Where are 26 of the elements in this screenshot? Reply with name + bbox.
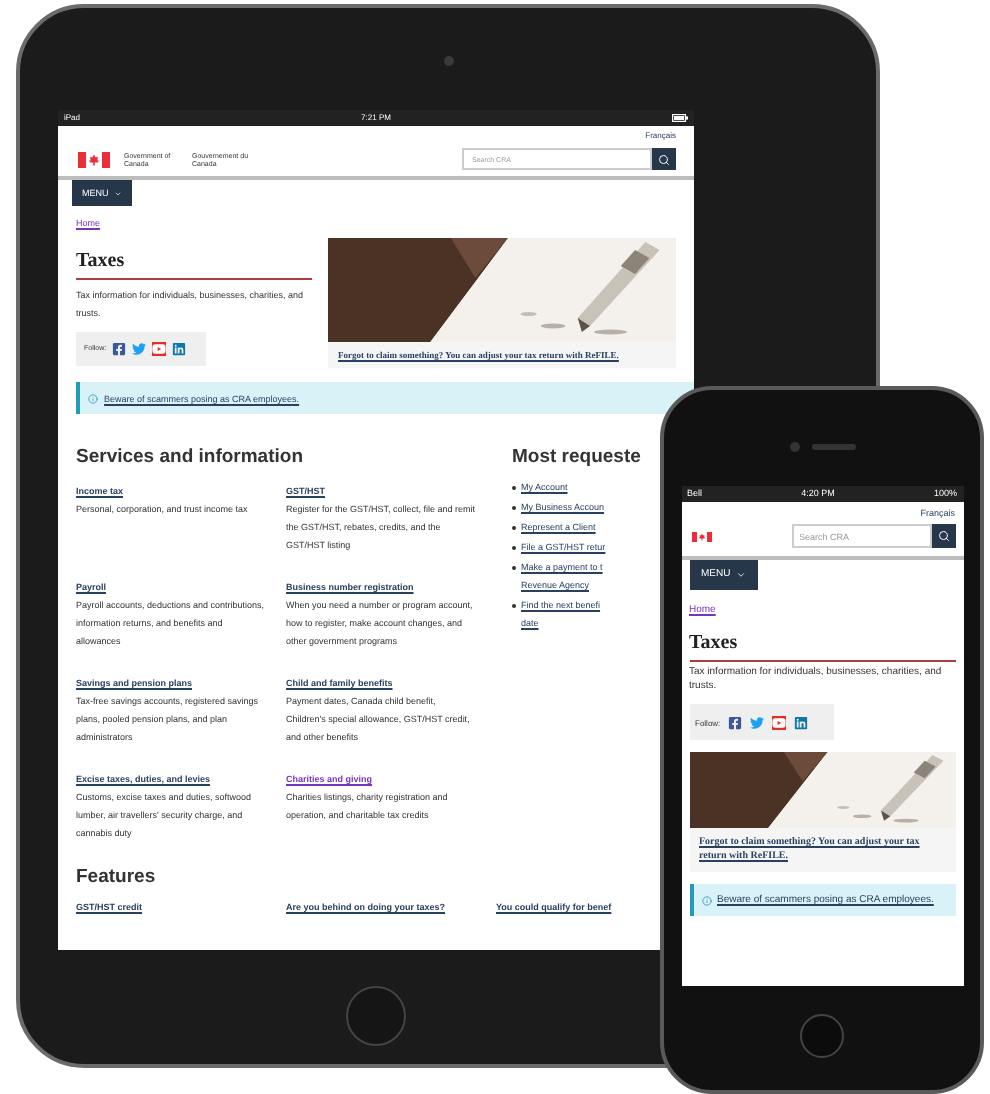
search-icon <box>658 153 670 165</box>
youtube-icon[interactable] <box>152 342 167 356</box>
battery-icon <box>671 114 688 122</box>
flag-icon <box>689 531 713 541</box>
youtube-icon[interactable] <box>772 715 787 729</box>
twitter-icon[interactable] <box>132 342 147 356</box>
flag-icon <box>76 151 112 167</box>
section-heading: Services and information <box>76 446 306 470</box>
caret-icon <box>736 570 747 580</box>
facebook-icon[interactable] <box>728 715 743 729</box>
linkedin-icon[interactable] <box>794 715 809 729</box>
camera-icon <box>443 56 453 66</box>
section-heading: Features <box>76 866 158 890</box>
linkedin-icon[interactable] <box>172 342 187 356</box>
search-button[interactable] <box>652 148 676 170</box>
camera-icon <box>789 442 799 452</box>
info-icon <box>701 896 711 906</box>
info-icon <box>88 393 98 403</box>
page-title: Taxes <box>76 250 312 280</box>
page-title: Taxes <box>689 632 955 662</box>
section-heading: Most requeste <box>512 446 641 470</box>
facebook-icon[interactable] <box>112 342 127 356</box>
search-icon <box>937 530 949 542</box>
twitter-icon[interactable] <box>750 715 765 729</box>
search-button[interactable] <box>931 524 955 548</box>
speaker-icon <box>811 444 855 450</box>
